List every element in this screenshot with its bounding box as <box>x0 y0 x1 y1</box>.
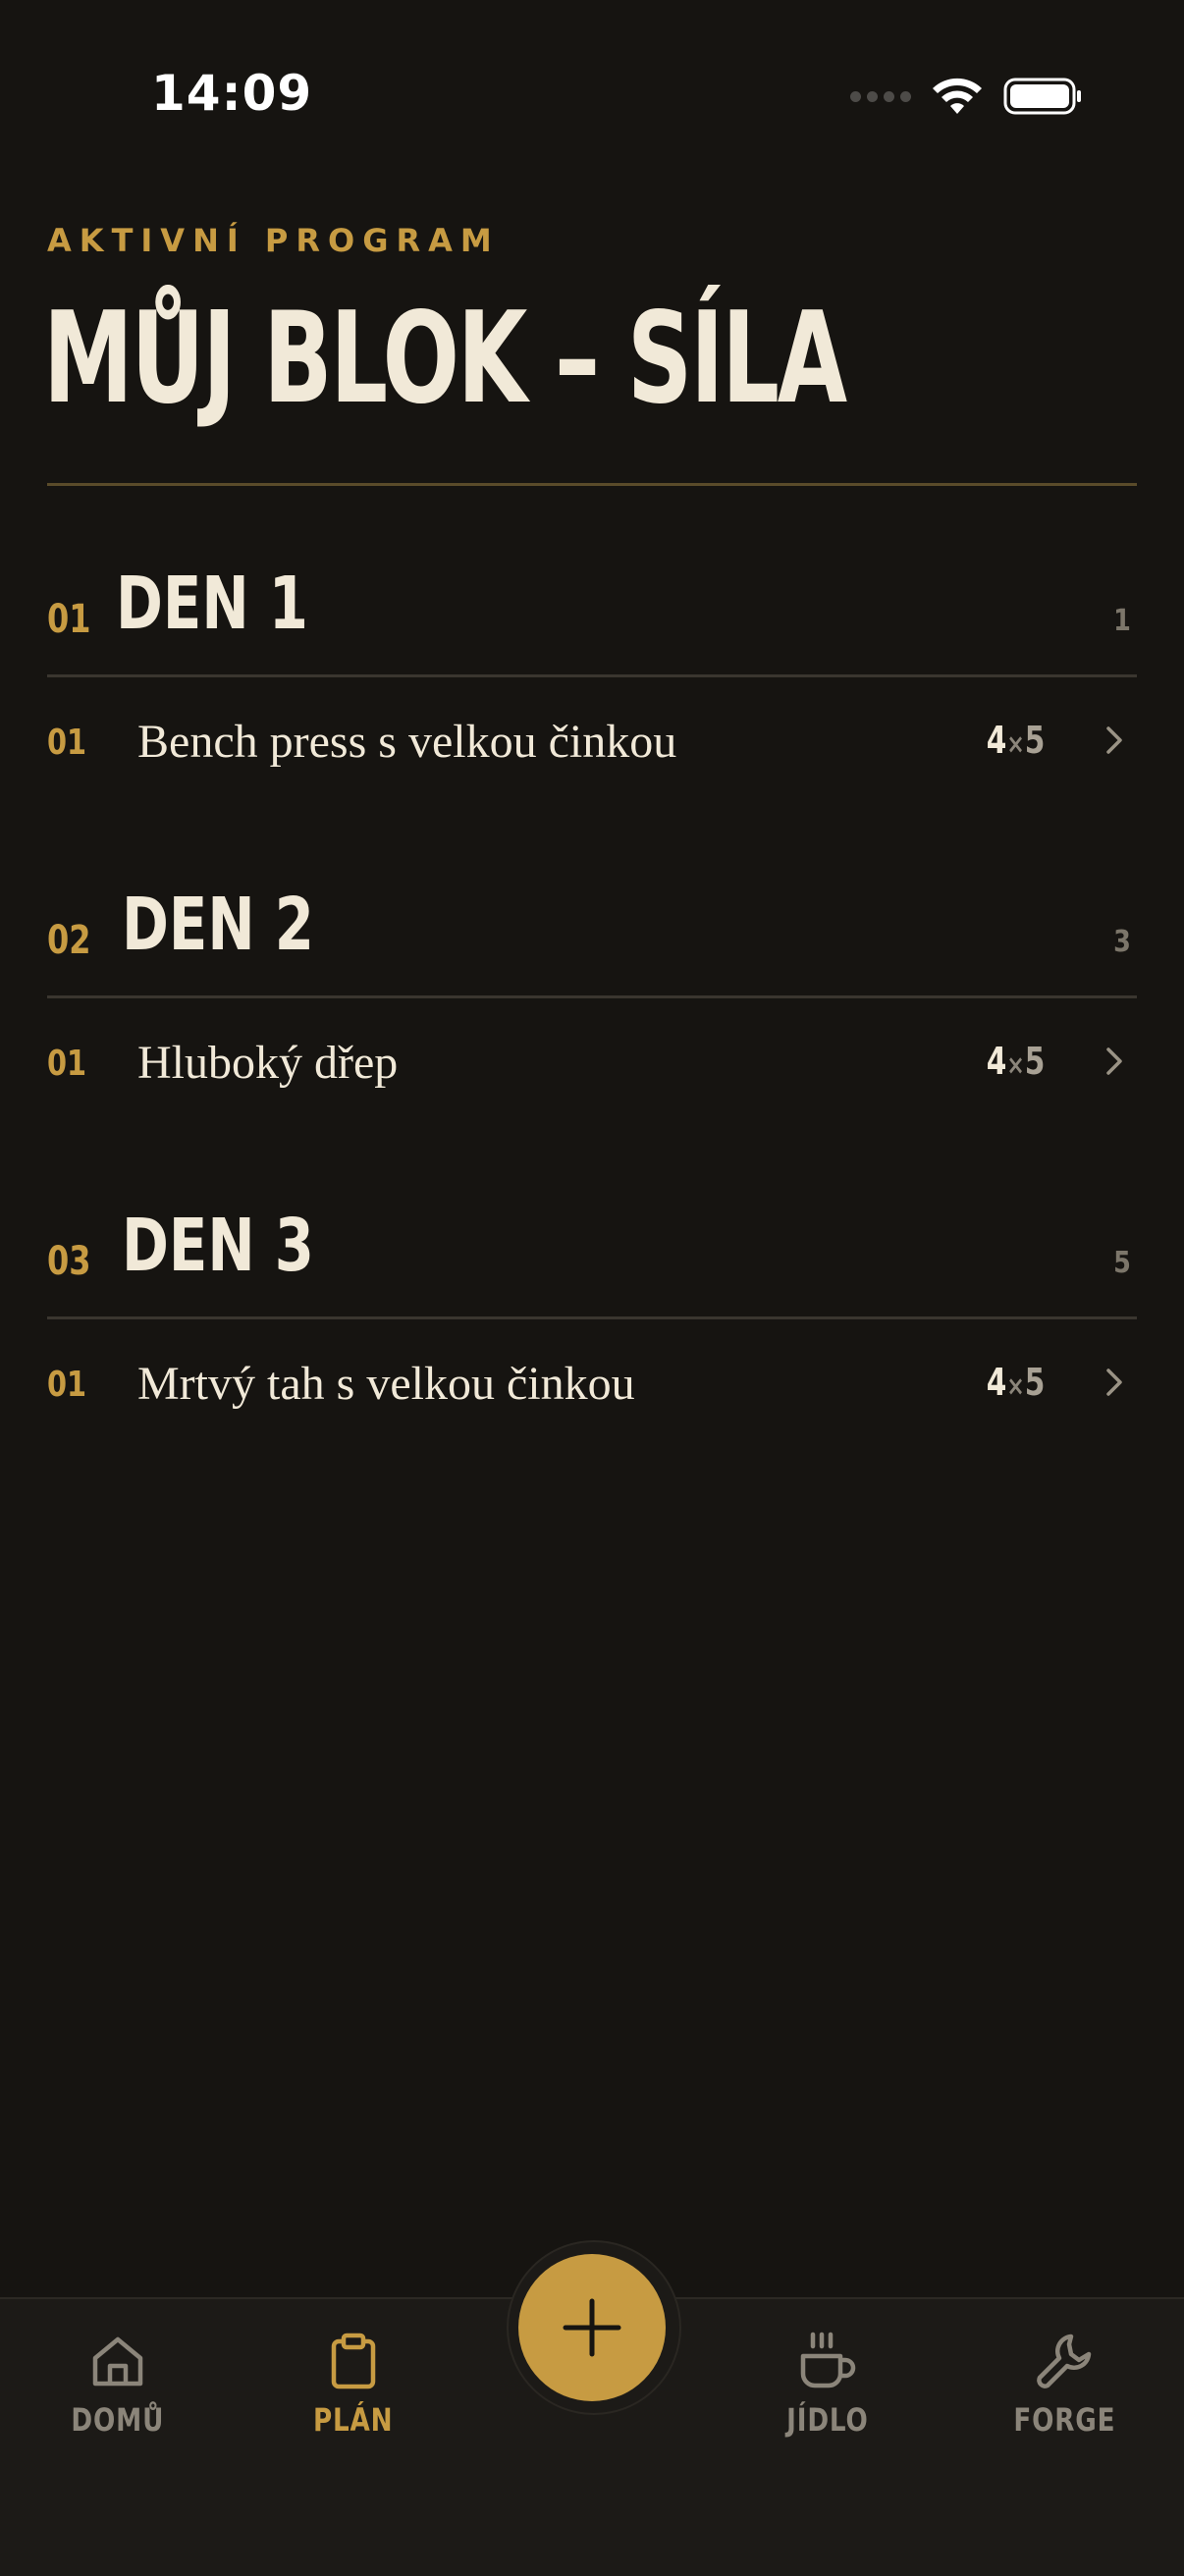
exercise-row[interactable]: 01 Hluboký dřep 4×5 <box>47 1000 1137 1128</box>
wifi-icon <box>933 78 982 114</box>
exercise-sets-reps: 4×5 <box>986 719 1045 762</box>
day-exercise-count: 5 <box>1113 1246 1131 1280</box>
exercise-number: 01 <box>47 723 87 763</box>
day-divider <box>47 1316 1137 1319</box>
day-number: 03 <box>47 1239 91 1284</box>
tab-jidlo[interactable]: JÍDLO <box>749 2329 906 2456</box>
chevron-right-icon <box>1106 726 1122 754</box>
day-divider <box>47 674 1137 677</box>
exercise-number: 01 <box>47 1365 87 1405</box>
exercise-name: Hluboký dřep <box>137 1037 399 1089</box>
tab-domu[interactable]: DOMŮ <box>39 2329 196 2456</box>
page-title: MŮJ BLOK – SÍLA <box>43 286 847 432</box>
day-divider <box>47 995 1137 998</box>
day-number: 02 <box>47 918 91 963</box>
tab-label: FORGE <box>1012 2401 1115 2439</box>
exercise-name: Bench press s velkou činkou <box>137 716 677 768</box>
day-number: 01 <box>47 597 91 642</box>
tab-label: JÍDLO <box>786 2401 869 2439</box>
title-divider <box>47 483 1137 486</box>
battery-icon <box>1003 78 1081 115</box>
wrench-icon <box>1037 2334 1092 2388</box>
day-header[interactable]: 03 DEN 3 5 <box>47 1202 1137 1319</box>
exercise-row[interactable]: 01 Mrtvý tah s velkou činkou 4×5 <box>47 1321 1137 1449</box>
cellular-signal-icon <box>850 90 911 102</box>
exercise-row[interactable]: 01 Bench press s velkou činkou 4×5 <box>47 679 1137 807</box>
day-title: DEN 2 <box>122 883 314 967</box>
status-icons <box>850 73 1082 120</box>
status-bar: 14:09 <box>0 0 1184 196</box>
plus-icon <box>563 2298 621 2357</box>
program-eyebrow: AKTIVNÍ PROGRAM <box>47 222 500 259</box>
status-time: 14:09 <box>151 65 313 122</box>
tab-label: PLÁN <box>313 2401 394 2439</box>
day-title: DEN 3 <box>122 1204 314 1288</box>
exercise-sets-reps: 4×5 <box>986 1361 1045 1404</box>
clipboard-icon <box>331 2333 376 2389</box>
exercise-number: 01 <box>47 1044 87 1084</box>
day-header[interactable]: 01 DEN 1 1 <box>47 560 1137 677</box>
exercise-sets-reps: 4×5 <box>986 1040 1045 1083</box>
day-exercise-count: 3 <box>1113 925 1131 959</box>
tab-forge[interactable]: FORGE <box>986 2329 1143 2456</box>
tab-plan[interactable]: PLÁN <box>275 2329 432 2456</box>
home-icon <box>92 2336 143 2387</box>
add-button[interactable] <box>518 2254 666 2401</box>
chevron-right-icon <box>1106 1047 1122 1075</box>
coffee-cup-icon <box>800 2332 856 2388</box>
day-exercise-count: 1 <box>1113 604 1131 638</box>
exercise-name: Mrtvý tah s velkou činkou <box>137 1358 635 1410</box>
day-header[interactable]: 02 DEN 2 3 <box>47 881 1137 998</box>
tab-label: DOMŮ <box>71 2401 165 2439</box>
chevron-right-icon <box>1106 1368 1122 1396</box>
day-title: DEN 1 <box>116 562 308 646</box>
